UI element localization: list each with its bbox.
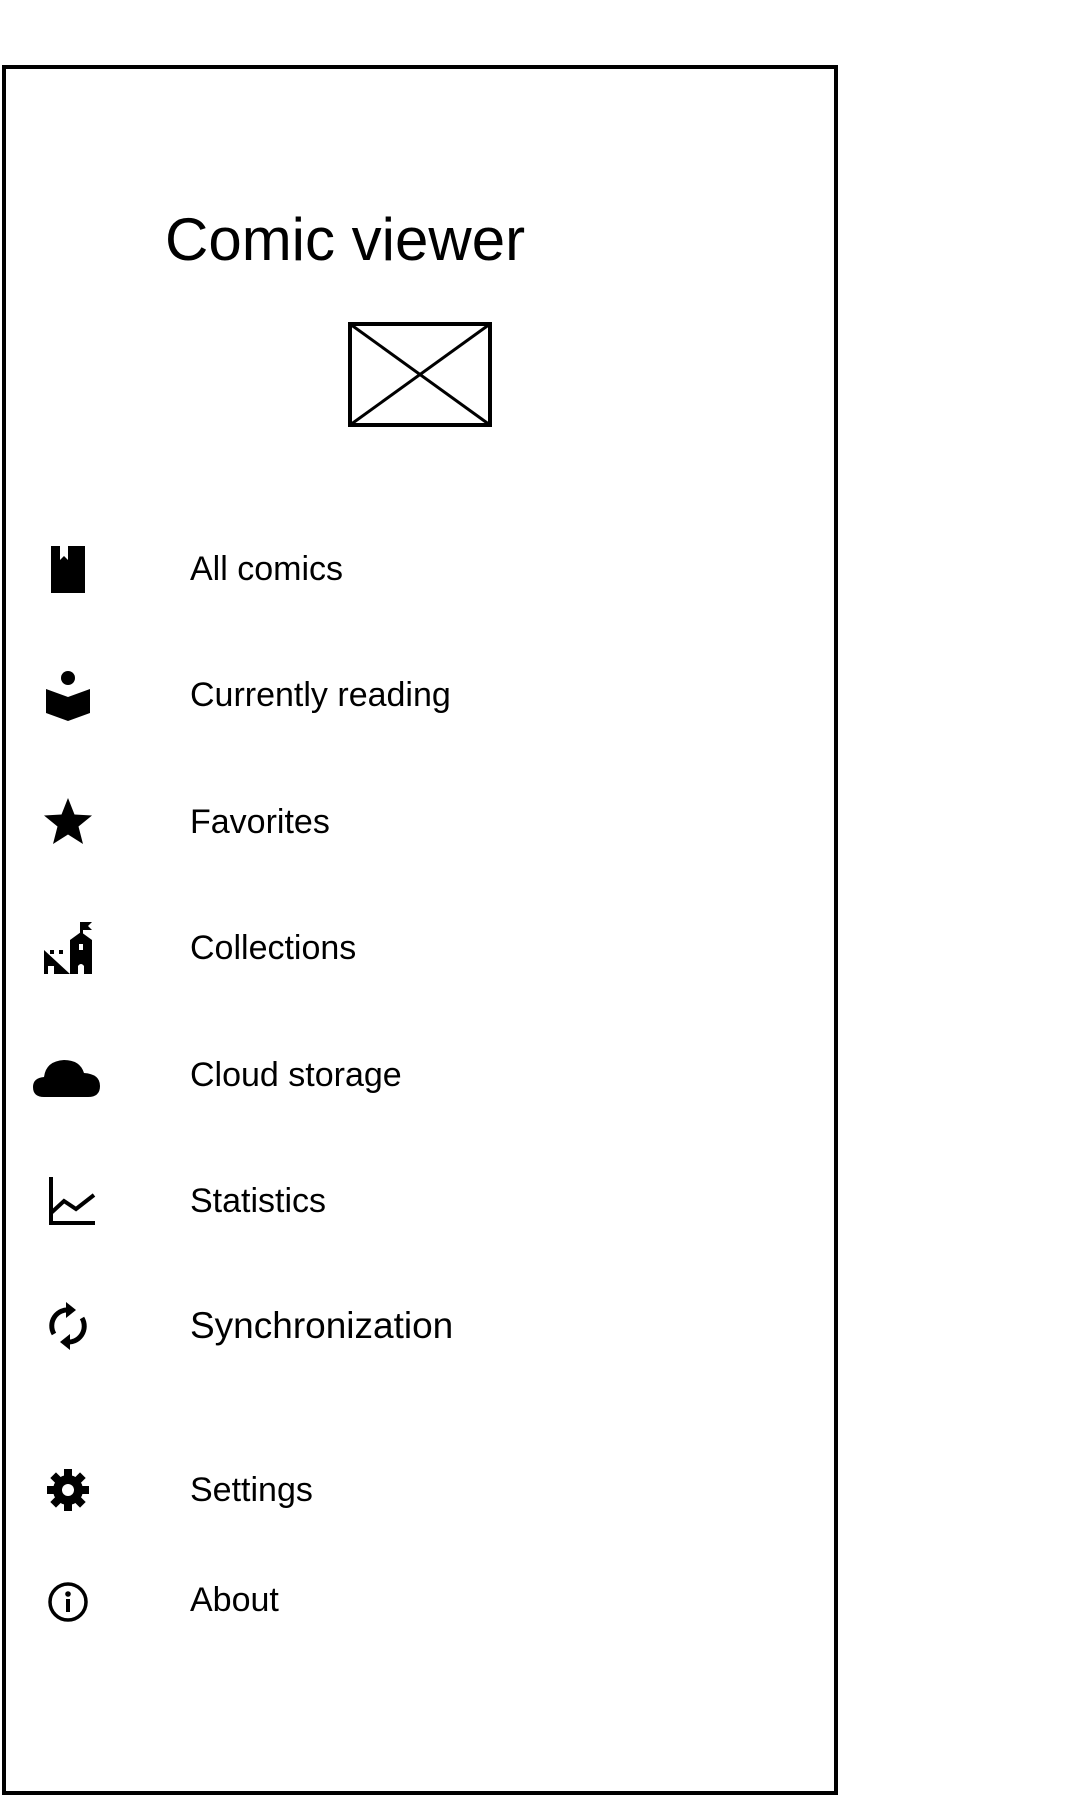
bookmark-book-icon	[40, 541, 96, 597]
nav-item-statistics[interactable]: Statistics	[10, 1156, 810, 1246]
nav-item-currently-reading[interactable]: Currently reading	[10, 650, 810, 740]
nav-item-cloud-storage[interactable]: Cloud storage	[10, 1030, 810, 1120]
nav-item-collections[interactable]: Collections	[10, 903, 810, 993]
cloud-icon	[32, 1047, 102, 1103]
star-icon	[40, 794, 96, 850]
nav-label-favorites: Favorites	[190, 803, 330, 841]
nav-label-all-comics: All comics	[190, 550, 344, 588]
nav-label-synchronization: Synchronization	[190, 1305, 454, 1346]
nav-item-all-comics[interactable]: All comics	[10, 524, 810, 614]
nav-label-settings: Settings	[190, 1471, 313, 1509]
drawer-nav: All comics Currently reading Favorites C…	[0, 0, 838, 1800]
line-chart-icon	[40, 1173, 96, 1229]
nav-item-about[interactable]: About	[10, 1555, 810, 1645]
nav-label-about: About	[190, 1581, 279, 1619]
nav-label-cloud-storage: Cloud storage	[190, 1056, 402, 1094]
nav-label-collections: Collections	[190, 929, 357, 967]
nav-label-currently-reading: Currently reading	[190, 676, 451, 714]
info-icon	[40, 1572, 96, 1628]
nav-label-statistics: Statistics	[190, 1182, 327, 1220]
reader-icon	[40, 667, 96, 723]
nav-item-synchronization[interactable]: Synchronization	[10, 1281, 810, 1371]
nav-item-favorites[interactable]: Favorites	[10, 777, 810, 867]
sync-icon	[40, 1298, 96, 1354]
nav-item-settings[interactable]: Settings	[10, 1445, 810, 1535]
castle-icon	[40, 920, 96, 976]
gear-icon	[40, 1462, 96, 1518]
